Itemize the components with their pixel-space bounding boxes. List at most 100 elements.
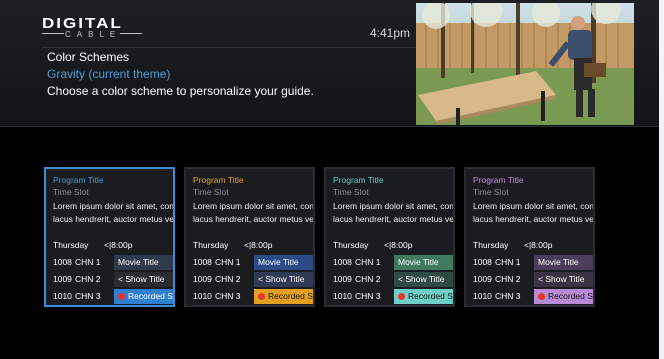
description: Lorem ipsum dolor sit amet, con lacus he… — [53, 200, 174, 226]
instruction-text: Choose a color scheme to personalize you… — [47, 84, 314, 98]
header-panel: DIGITAL CABLE 4:41pm Color Schemes Gravi… — [0, 0, 659, 127]
channel-name: CHN 1 — [75, 257, 101, 267]
channel-number: 1010 — [53, 291, 72, 301]
channel-name: CHN 2 — [355, 274, 381, 284]
tv-screen: DIGITAL CABLE 4:41pm Color Schemes Gravi… — [0, 0, 659, 359]
channel-number: 1010 — [333, 291, 352, 301]
clock: 4:41pm — [370, 26, 411, 40]
program-cell: < Show Title — [534, 272, 593, 287]
guide-row: 1010 CHN 3 Recorded Sh — [471, 289, 593, 304]
time-slot: Time Slot — [53, 187, 89, 197]
channel-number: 1009 — [193, 274, 212, 284]
guide-row: 1009 CHN 2 < Show Title — [331, 272, 453, 287]
program-cell: Movie Title — [254, 255, 313, 270]
guide-row: 1009 CHN 2 < Show Title — [51, 272, 173, 287]
program-cell: < Show Title — [394, 272, 453, 287]
description-line-1: Lorem ipsum dolor sit amet, con — [333, 201, 454, 211]
guide-row: 1010 CHN 3 Recorded Sh — [51, 289, 173, 304]
channel-number: 1008 — [53, 257, 72, 267]
record-dot-icon — [398, 293, 405, 300]
program-cell-recorded: Recorded Sh — [254, 289, 313, 304]
video-frame-image — [416, 3, 634, 125]
program-cell: < Show Title — [254, 272, 313, 287]
guide-day: Thursday — [53, 240, 89, 250]
program-cell: < Show Title — [114, 272, 173, 287]
channel-name: CHN 2 — [75, 274, 101, 284]
description-line-2: lacus hendrerit, auctor metus ve — [193, 214, 314, 224]
description: Lorem ipsum dolor sit amet, con lacus he… — [473, 200, 594, 226]
description: Lorem ipsum dolor sit amet, con lacus he… — [333, 200, 454, 226]
guide-time: <|8:00p — [244, 240, 273, 250]
channel-number: 1008 — [473, 257, 492, 267]
brand-logo: DIGITAL CABLE — [42, 15, 142, 43]
guide-time: <|8:00p — [524, 240, 553, 250]
time-slot: Time Slot — [193, 187, 229, 197]
time-slot: Time Slot — [473, 187, 509, 197]
current-theme-label: Gravity (current theme) — [47, 67, 171, 81]
guide-row: 1008 CHN 1 Movie Title — [191, 255, 313, 270]
guide-row: 1010 CHN 3 Recorded Sh — [331, 289, 453, 304]
time-slot: Time Slot — [333, 187, 369, 197]
guide-row: 1010 CHN 3 Recorded Sh — [191, 289, 313, 304]
guide-time: <|8:00p — [384, 240, 413, 250]
channel-name: CHN 3 — [215, 291, 241, 301]
channel-name: CHN 1 — [495, 257, 521, 267]
description-line-1: Lorem ipsum dolor sit amet, con — [53, 201, 174, 211]
channel-name: CHN 2 — [215, 274, 241, 284]
channel-number: 1008 — [333, 257, 352, 267]
description-line-1: Lorem ipsum dolor sit amet, con — [193, 201, 314, 211]
program-label: Recorded Sh — [408, 291, 453, 301]
program-cell: Movie Title — [534, 255, 593, 270]
program-cell: Movie Title — [394, 255, 453, 270]
scheme-card-3[interactable]: Program Title Time Slot Lorem ipsum dolo… — [324, 167, 455, 307]
channel-number: 1010 — [193, 291, 212, 301]
program-cell: Movie Title — [114, 255, 173, 270]
header-divider — [42, 47, 416, 48]
channel-name: CHN 1 — [215, 257, 241, 267]
channel-name: CHN 3 — [75, 291, 101, 301]
live-video-preview — [416, 3, 634, 125]
logo-sub-text: CABLE — [65, 30, 122, 39]
program-title: Program Title — [473, 175, 524, 185]
program-title: Program Title — [53, 175, 104, 185]
guide-row: 1008 CHN 1 Movie Title — [471, 255, 593, 270]
program-title: Program Title — [193, 175, 244, 185]
channel-name: CHN 2 — [495, 274, 521, 284]
program-label: Recorded Sh — [128, 291, 173, 301]
record-dot-icon — [118, 293, 125, 300]
program-label: Recorded Sh — [548, 291, 593, 301]
channel-number: 1008 — [193, 257, 212, 267]
description-line-2: lacus hendrerit, auctor metus ve — [53, 214, 174, 224]
description: Lorem ipsum dolor sit amet, con lacus he… — [193, 200, 314, 226]
guide-row: 1009 CHN 2 < Show Title — [471, 272, 593, 287]
logo-rule-right — [120, 33, 142, 34]
program-cell-recorded: Recorded Sh — [114, 289, 173, 304]
guide-day: Thursday — [193, 240, 229, 250]
description-line-1: Lorem ipsum dolor sit amet, con — [473, 201, 594, 211]
channel-name: CHN 3 — [495, 291, 521, 301]
description-line-2: lacus hendrerit, auctor metus ve — [333, 214, 454, 224]
program-title: Program Title — [333, 175, 384, 185]
guide-day: Thursday — [333, 240, 369, 250]
scheme-card-2[interactable]: Program Title Time Slot Lorem ipsum dolo… — [184, 167, 315, 307]
guide-day: Thursday — [473, 240, 509, 250]
logo-rule-left — [42, 33, 64, 34]
channel-number: 1009 — [53, 274, 72, 284]
guide-row: 1008 CHN 1 Movie Title — [331, 255, 453, 270]
description-line-2: lacus hendrerit, auctor metus ve — [473, 214, 594, 224]
channel-number: 1009 — [473, 274, 492, 284]
program-cell-recorded: Recorded Sh — [534, 289, 593, 304]
guide-row: 1009 CHN 2 < Show Title — [191, 272, 313, 287]
page-title: Color Schemes — [47, 50, 130, 64]
channel-number: 1009 — [333, 274, 352, 284]
guide-row: 1008 CHN 1 Movie Title — [51, 255, 173, 270]
program-cell-recorded: Recorded Sh — [394, 289, 453, 304]
channel-number: 1010 — [473, 291, 492, 301]
channel-name: CHN 1 — [355, 257, 381, 267]
scheme-card-4[interactable]: Program Title Time Slot Lorem ipsum dolo… — [464, 167, 595, 307]
program-label: Recorded Sh — [268, 291, 313, 301]
scheme-card-1[interactable]: Program Title Time Slot Lorem ipsum dolo… — [44, 167, 175, 307]
record-dot-icon — [258, 293, 265, 300]
guide-time: <|8:00p — [104, 240, 133, 250]
channel-name: CHN 3 — [355, 291, 381, 301]
